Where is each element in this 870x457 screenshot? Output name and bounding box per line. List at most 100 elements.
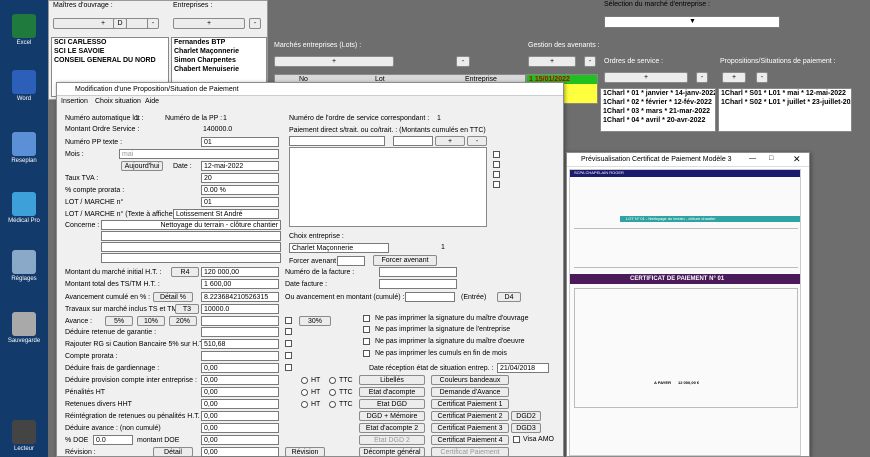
concerne-input-2[interactable] [101,231,281,241]
etat-acompte-button[interactable]: Etat d'acompte [359,387,425,397]
cert1-button[interactable]: Certificat Paiement 1 [431,399,509,409]
list-item[interactable]: 1Charl * 04 * avril * 20-avr-2022 [601,116,715,125]
date-reception-input[interactable]: 21/04/2018 [497,363,549,373]
reintegration-input[interactable]: 0,00 [201,411,279,421]
avance-checkbox[interactable] [285,317,292,324]
provision-input[interactable]: 0,00 [201,375,279,385]
r4-button[interactable]: R4 [171,267,199,277]
decompte-button[interactable]: Décompte général [359,447,425,457]
paiement-direct-amount[interactable] [393,136,433,146]
add-proposition-button[interactable]: + [722,72,746,83]
minimize-icon[interactable]: — [749,155,756,162]
market-select[interactable]: ▼ [604,16,780,28]
ttc-radio[interactable] [329,401,336,408]
checkmark-icon[interactable] [493,151,500,158]
num-facture-input[interactable] [379,267,457,277]
avancement-input[interactable]: 8.223684210526315 [201,292,279,302]
rg-input[interactable]: 510,68 [201,339,279,349]
deduire-avance-input[interactable]: 0,00 [201,423,279,433]
excel-icon[interactable]: Excel [6,14,42,46]
prorata-input[interactable]: 0.00 % [201,185,279,195]
close-icon[interactable]: ✕ [793,154,801,165]
reseplan-icon[interactable]: Reseplan [6,132,42,164]
avance-20-button[interactable]: 20% [169,316,197,326]
t3-button[interactable]: T3 [175,304,199,314]
ou-avancement-input[interactable] [405,292,455,302]
paiement-direct-select[interactable] [289,136,385,146]
gardiennage-checkbox[interactable] [285,364,292,371]
lot-texte-input[interactable]: Lotissement St André [173,209,279,219]
date-input[interactable]: 12-mai-2022 [201,161,279,171]
ttc-radio[interactable] [329,389,336,396]
mois-select[interactable]: mai [119,149,279,159]
ordres-list[interactable]: 1Charl * 01 * janvier * 14-janv-2022 1Ch… [600,88,716,132]
concerne-input-4[interactable] [101,253,281,263]
owner-d-button[interactable]: D [113,18,127,29]
date-facture-input[interactable] [379,279,457,289]
add-ordre-button[interactable]: + [604,72,688,83]
list-item[interactable]: 1Charl * S01 * L01 * mai * 12-mai-2022 [719,89,851,98]
avance-10-button[interactable]: 10% [137,316,165,326]
ht-radio[interactable] [301,389,308,396]
list-item[interactable]: SCI LE SAVOIE [52,47,168,56]
num-pp-texte-input[interactable]: 01 [201,137,279,147]
penalites-input[interactable]: 0,00 [201,387,279,397]
add-owner-button[interactable]: + [53,18,153,29]
list-item[interactable]: Fernandes BTP [172,38,266,47]
add-avenant-button[interactable]: + [528,56,576,67]
ht-radio[interactable] [301,377,308,384]
forcer-avenant-button[interactable]: Forcer avenant [373,255,437,266]
propositions-list[interactable]: 1Charl * S01 * L01 * mai * 12-mai-2022 1… [718,88,852,132]
retenue-input[interactable] [201,327,279,337]
rg-checkbox[interactable] [285,340,292,347]
couleurs-button[interactable]: Couleurs bandeaux [431,375,509,385]
m-initial-input[interactable]: 120 000,00 [201,267,279,277]
list-item[interactable]: 1Charl * S02 * L01 * juillet * 23-juille… [719,98,851,107]
avance-input[interactable] [201,316,279,326]
compte-prorata-input[interactable] [201,351,279,361]
word-icon[interactable]: Word [6,70,42,102]
menu-choix[interactable]: Choix situation [95,98,141,105]
travaux-input[interactable]: 10000.0 [201,304,279,314]
remove-paiement-button[interactable]: - [467,136,487,146]
list-item[interactable]: Chabert Menuiserie [172,65,266,74]
dgd-memoire-button[interactable]: DGD + Mémoire [359,411,425,421]
remove-company-button[interactable]: - [249,18,261,29]
drive-icon[interactable]: Lecteur [6,420,42,452]
list-item[interactable]: 1Charl * 01 * janvier * 14-janv-2022 [601,89,715,98]
ttc-radio[interactable] [329,377,336,384]
no-sig-mo-checkbox[interactable] [363,315,370,322]
remove-owner-button[interactable]: - [147,18,159,29]
paiement-direct-list[interactable] [289,147,487,227]
menu-insertion[interactable]: Insertion [61,98,88,105]
etat-dgd2-button[interactable]: Etat DGD 2 [359,435,425,445]
remove-avenant-button[interactable]: - [584,56,596,67]
lot-input[interactable]: 01 [201,197,279,207]
list-item[interactable]: 1Charl * 02 * février * 12-fév-2022 [601,98,715,107]
add-lot-button[interactable]: + [274,56,394,67]
ht-radio[interactable] [301,401,308,408]
retenues-input[interactable]: 0,00 [201,399,279,409]
list-item[interactable]: Simon Charpentes [172,56,266,65]
concerne-input[interactable]: Nettoyage du terrain - clôture chantier [101,220,281,230]
maximize-icon[interactable]: □ [769,155,773,162]
checkmark-icon[interactable] [493,181,500,188]
cert2-button[interactable]: Certificat Paiement 2 [431,411,509,421]
menu-aide[interactable]: Aide [145,98,159,105]
cert-paiement-button[interactable]: Certificat Paiement [431,447,509,457]
no-sig-moe-checkbox[interactable] [363,338,370,345]
gardiennage-input[interactable]: 0,00 [201,363,279,373]
avance-5-button[interactable]: 5% [105,316,133,326]
list-item[interactable]: 1Charl * 03 * mars * 21-mar-2022 [601,107,715,116]
backup-icon[interactable]: Sauvegarde [6,312,42,344]
cert3-button[interactable]: Certificat Paiement 3 [431,423,509,433]
no-cumuls-checkbox[interactable] [363,350,370,357]
checkmark-icon[interactable] [493,161,500,168]
retenue-checkbox[interactable] [285,328,292,335]
dgd2-button[interactable]: DGD2 [511,411,541,421]
settings-icon[interactable]: Réglages [6,250,42,282]
detail-button[interactable]: Détail [153,447,193,457]
demande-avance-button[interactable]: Demande d'Avance [431,387,509,397]
detail-pct-button[interactable]: Détail % [153,292,193,302]
checkmark-icon[interactable] [493,171,500,178]
